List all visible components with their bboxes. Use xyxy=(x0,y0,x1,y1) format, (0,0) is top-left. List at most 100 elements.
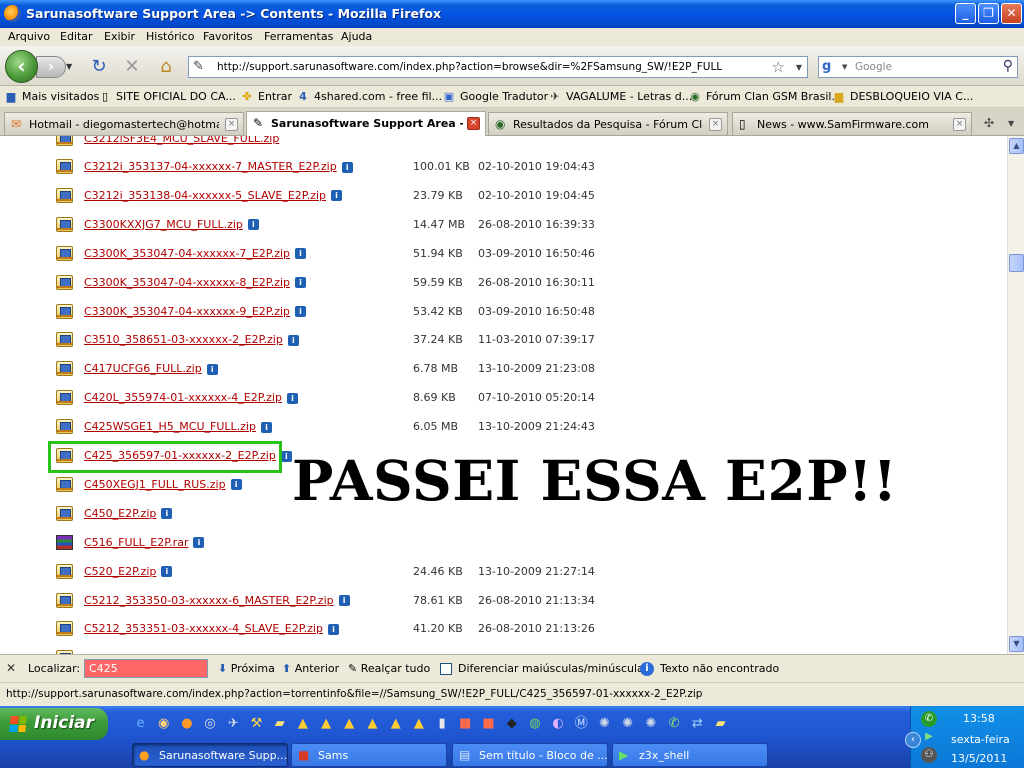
forward-button[interactable]: › xyxy=(36,56,66,78)
find-previous-button[interactable]: ⬆ Anterior xyxy=(282,662,339,675)
tab-resultados[interactable]: ◉ Resultados da Pesquisa - Fórum Clan ..… xyxy=(488,112,728,135)
file-link[interactable]: C5212_353350-03-xxxxxx-6_MASTER_E2P.zip i xyxy=(84,594,350,607)
app-icon[interactable]: ■ xyxy=(480,715,497,732)
close-find-icon[interactable]: ✕ xyxy=(6,661,16,675)
app-icon[interactable]: ▲ xyxy=(318,715,335,732)
file-link[interactable]: C3510_358651-03-xxxxxx-2_E2P.zip i xyxy=(84,333,299,346)
info-icon[interactable]: i xyxy=(295,277,307,289)
app-icon[interactable]: ▲ xyxy=(387,715,404,732)
start-button[interactable]: Iniciar xyxy=(0,708,108,740)
info-icon[interactable]: i xyxy=(287,334,299,346)
menu-ferramentas[interactable]: Ferramentas xyxy=(264,30,333,43)
file-link[interactable]: C3300K_353047-04-xxxxxx-7_E2P.zip i xyxy=(84,247,307,260)
app-icon[interactable]: ▲ xyxy=(341,715,358,732)
bookmark-mais-visitados[interactable]: ▆ Mais visitados xyxy=(4,90,100,103)
app-icon[interactable]: ▲ xyxy=(410,715,427,732)
file-name[interactable]: C420L_355974-01-xxxxxx-4_E2P.zip xyxy=(84,391,282,404)
info-icon[interactable]: i xyxy=(341,161,353,173)
reload-icon[interactable]: ↻ xyxy=(88,57,110,77)
info-icon[interactable]: i xyxy=(230,479,242,491)
scroll-down-icon[interactable]: ▼ xyxy=(1009,636,1024,652)
tab-hotmail[interactable]: ✉ Hotmail - diegomastertech@hotmail.c...… xyxy=(4,112,244,135)
bottle-icon[interactable]: ▮ xyxy=(434,715,451,732)
file-link[interactable]: C3212iSF3E4_MCU_SLAVE_FULL.zip xyxy=(84,136,279,145)
phone-icon[interactable]: ✆ xyxy=(666,715,683,732)
file-link[interactable]: C3300KXXJG7_MCU_FULL.zip i xyxy=(84,218,259,231)
stop-icon[interactable]: ✕ xyxy=(121,57,143,77)
checkbox[interactable] xyxy=(440,663,452,675)
info-icon[interactable]: i xyxy=(331,190,343,202)
info-icon[interactable]: i xyxy=(206,363,218,375)
search-engine-dropdown-icon[interactable]: ▼ xyxy=(842,63,847,71)
tools-icon[interactable]: ⚒ xyxy=(248,715,265,732)
bookmark-star-icon[interactable]: ☆ xyxy=(772,58,785,76)
folder-icon[interactable]: ▰ xyxy=(712,715,729,732)
file-name[interactable]: C3300KXXJG7_MCU_FULL.zip xyxy=(84,218,243,231)
file-name[interactable]: C3212i_353138-04-xxxxxx-5_SLAVE_E2P.zip xyxy=(84,189,326,202)
tab-list-icon[interactable]: ▼ xyxy=(1008,119,1014,128)
file-link[interactable]: C520_E2P.zip i xyxy=(84,565,173,578)
maximize-button[interactable]: ❐ xyxy=(978,3,999,24)
bookmark-forum-clan[interactable]: ◉ Fórum Clan GSM Brasil... xyxy=(688,90,842,103)
tab-close-icon[interactable]: × xyxy=(467,117,480,130)
gear-icon[interactable]: ✺ xyxy=(642,715,659,732)
diamond-icon[interactable]: ◆ xyxy=(503,715,520,732)
bookmark-entrar[interactable]: ✤ Entrar xyxy=(240,90,292,103)
scroll-thumb[interactable] xyxy=(1009,254,1024,272)
history-dropdown-icon[interactable]: ▼ xyxy=(66,62,72,71)
file-link[interactable]: C450_E2P.zip i xyxy=(84,507,173,520)
file-name[interactable]: C3300K_353047-04-xxxxxx-7_E2P.zip xyxy=(84,247,290,260)
find-next-button[interactable]: ⬇ Próxima xyxy=(218,662,275,675)
motorola-icon[interactable]: Ⓜ xyxy=(573,715,590,732)
tab-close-icon[interactable]: × xyxy=(709,118,722,131)
info-icon[interactable]: i xyxy=(247,219,259,231)
task-z3x[interactable]: ▶ z3x_shell xyxy=(612,743,768,767)
find-input[interactable]: C425 xyxy=(84,659,208,678)
whatsapp-icon[interactable]: ✆ xyxy=(921,711,937,727)
file-link[interactable]: C3212i_353137-04-xxxxxx-7_MASTER_E2P.zip… xyxy=(84,160,353,173)
info-icon[interactable]: i xyxy=(295,248,307,260)
tray-expand-icon[interactable]: ‹ xyxy=(905,732,921,748)
url-dropdown-icon[interactable]: ▼ xyxy=(796,63,802,72)
tab-sarunasoftware[interactable]: ✎ Sarunasoftware Support Area -... × xyxy=(246,111,486,136)
clock[interactable]: 13:58 xyxy=(963,712,995,725)
bookmark-google-tradutor[interactable]: ▣ Google Tradutor xyxy=(442,90,548,103)
close-button[interactable]: ✕ xyxy=(1001,3,1022,24)
file-link[interactable]: C3300K_353047-04-xxxxxx-8_E2P.zip i xyxy=(84,276,307,289)
info-icon[interactable]: i xyxy=(338,595,350,606)
file-name[interactable]: C516_FULL_E2P.rar xyxy=(84,536,188,549)
file-link[interactable]: C450XEGJ1_FULL_RUS.zip i xyxy=(84,478,242,491)
disc-icon[interactable]: ◎ xyxy=(202,715,219,732)
tab-close-icon[interactable]: × xyxy=(953,118,966,131)
file-name[interactable]: C425WSGE1_H5_MCU_FULL.zip xyxy=(84,420,256,433)
info-icon[interactable]: i xyxy=(280,450,292,462)
folder-icon[interactable]: ▰ xyxy=(271,715,288,732)
app-icon[interactable]: ◐ xyxy=(550,715,567,732)
file-name[interactable]: C3300K_353047-04-xxxxxx-9_E2P.zip xyxy=(84,305,290,318)
url-text[interactable]: http://support.sarunasoftware.com/index.… xyxy=(217,61,722,73)
plane-icon[interactable]: ✈ xyxy=(225,715,242,732)
tab-close-icon[interactable]: × xyxy=(225,118,238,131)
minimize-button[interactable]: _ xyxy=(955,3,976,24)
menu-ajuda[interactable]: Ajuda xyxy=(341,30,372,43)
file-name[interactable]: C417UCFG6_FULL.zip xyxy=(84,362,202,375)
bookmark-desbloqueio[interactable]: ▆ DESBLOQUEIO VIA C... xyxy=(832,90,974,103)
media-player-icon[interactable]: ◉ xyxy=(155,715,172,732)
task-sams[interactable]: ■ Sams xyxy=(291,743,447,767)
google-icon[interactable]: g xyxy=(822,59,840,75)
menu-historico[interactable]: Histórico xyxy=(146,30,194,43)
gear-icon[interactable]: ✺ xyxy=(619,715,636,732)
bookmark-vagalume[interactable]: ✈ VAGALUME - Letras d... xyxy=(548,90,692,103)
ie-icon[interactable]: e xyxy=(132,715,149,732)
search-icon[interactable]: ⚲ xyxy=(1003,58,1013,74)
app-icon[interactable]: ▲ xyxy=(364,715,381,732)
info-icon[interactable]: i xyxy=(260,421,272,433)
file-link[interactable]: C420L_355974-01-xxxxxx-4_E2P.zip i xyxy=(84,391,298,404)
network-icon[interactable]: ⚇ xyxy=(921,747,937,763)
search-placeholder[interactable]: Google xyxy=(855,61,892,73)
file-name[interactable]: C5212_353350-03-xxxxxx-6_MASTER_E2P.zip xyxy=(84,594,334,607)
info-icon[interactable]: i xyxy=(327,623,339,635)
info-icon[interactable]: i xyxy=(161,566,173,578)
bookmark-4shared[interactable]: 4 4shared.com - free fil... xyxy=(296,90,442,103)
file-name[interactable]: C3510_358651-03-xxxxxx-2_E2P.zip xyxy=(84,333,283,346)
